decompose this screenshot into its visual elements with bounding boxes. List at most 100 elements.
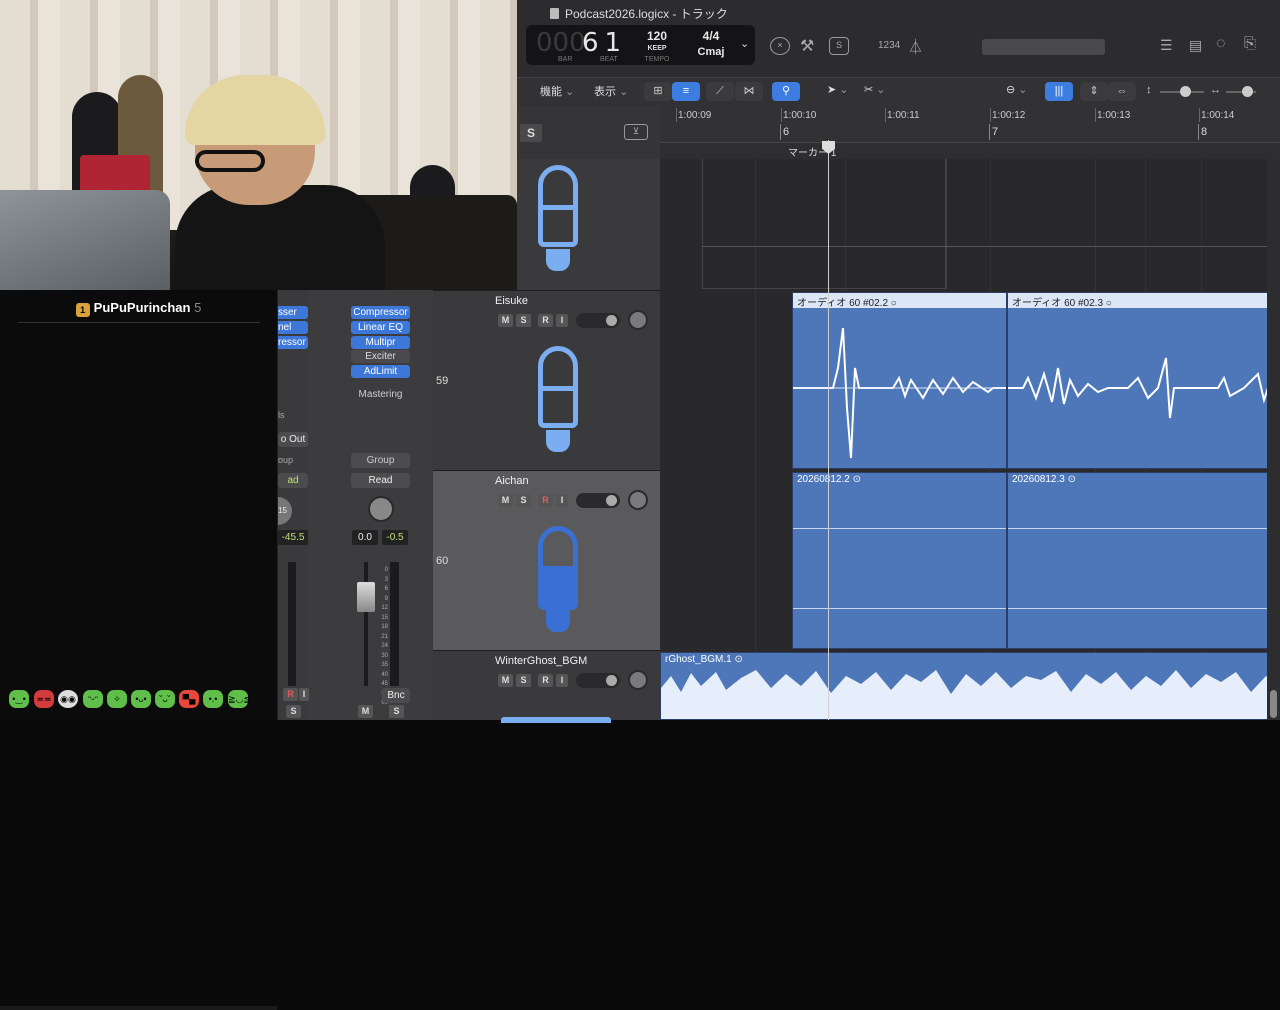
volume-toggle[interactable] bbox=[576, 493, 620, 508]
ruler-time-label: 1:00:13 bbox=[1097, 110, 1131, 121]
pointer-tool-icon[interactable]: ➤ ⌄ bbox=[827, 83, 849, 100]
group-slot[interactable]: oup bbox=[278, 455, 293, 465]
smart-controls-icon[interactable]: S bbox=[829, 37, 849, 55]
solo-button[interactable]: S bbox=[389, 705, 404, 718]
lcd-chevron-down-icon[interactable]: ⌄ bbox=[740, 37, 749, 50]
vertical-scrollbar[interactable] bbox=[1267, 159, 1280, 720]
volume-toggle[interactable] bbox=[576, 673, 620, 688]
person-glasses bbox=[195, 150, 265, 172]
track-name[interactable]: WinterGhost_BGM bbox=[495, 655, 587, 667]
global-solo-button[interactable]: S bbox=[520, 124, 542, 142]
emote-icon[interactable]: ✧ bbox=[107, 690, 127, 708]
input-monitor-button[interactable]: I bbox=[299, 688, 309, 701]
record-enable-button[interactable]: R bbox=[538, 674, 553, 687]
automation-icon[interactable]: ⟋ bbox=[706, 82, 734, 101]
emote-icon[interactable]: ≖≖ bbox=[34, 690, 54, 708]
ruler-bar-number: 7 bbox=[992, 126, 999, 138]
track-name[interactable]: Aichan bbox=[495, 475, 529, 487]
track-header-eisuke[interactable]: 59 Eisuke M S R I bbox=[433, 290, 660, 470]
input-monitor-button[interactable]: I bbox=[556, 494, 568, 507]
emote-icon[interactable]: ◉◉ bbox=[58, 690, 78, 708]
emote-icon[interactable]: ᵔᵕᵔ bbox=[83, 690, 103, 708]
mute-button[interactable]: M bbox=[358, 705, 373, 718]
track-header-aichan[interactable]: 60 Aichan M S R I bbox=[433, 470, 660, 650]
view-menu[interactable]: 表示 ⌄ bbox=[594, 83, 628, 100]
waveform-line bbox=[793, 608, 1006, 609]
mute-button[interactable]: M bbox=[498, 674, 513, 687]
mute-button[interactable]: M bbox=[498, 314, 513, 327]
scrollbar-thumb[interactable] bbox=[1270, 690, 1277, 718]
new-track-icon[interactable]: ⊻ bbox=[624, 124, 648, 140]
plugin-slot[interactable]: sser bbox=[278, 306, 308, 319]
input-monitor-button[interactable]: I bbox=[556, 674, 568, 687]
input-monitor-button[interactable]: I bbox=[556, 314, 568, 327]
plugin-slot-exciter[interactable]: Exciter bbox=[351, 350, 410, 363]
solo-button[interactable]: S bbox=[516, 674, 531, 687]
automation-read[interactable]: ad bbox=[278, 473, 308, 488]
solo-button[interactable]: S bbox=[516, 494, 531, 507]
loop-browser-icon[interactable]: ◌ bbox=[1216, 35, 1226, 53]
solo-button[interactable]: S bbox=[286, 705, 301, 718]
ruler-time-label: 1:00:14 bbox=[1201, 110, 1235, 121]
horizontal-zoom-thumb[interactable] bbox=[1242, 86, 1253, 97]
metronome-icon[interactable]: ⏃ bbox=[908, 36, 923, 57]
grid-view-icon[interactable]: ⊞ bbox=[644, 82, 672, 101]
output-slot[interactable]: o Out bbox=[278, 432, 308, 447]
audio-region[interactable]: オーディオ 60 #02.3 ○ bbox=[1007, 292, 1280, 469]
automation-read[interactable]: Read bbox=[351, 473, 410, 488]
list-view-icon[interactable]: ≡ bbox=[672, 82, 700, 101]
vertical-fit-icon[interactable]: ⇕ bbox=[1080, 82, 1108, 101]
close-circle-icon[interactable]: × bbox=[770, 37, 790, 55]
audio-region[interactable]: rGhost_BGM.1 ⊙ bbox=[660, 652, 1280, 720]
pan-knob[interactable] bbox=[628, 310, 648, 330]
plugin-slot-adlimit[interactable]: AdLimit bbox=[351, 365, 410, 378]
playhead[interactable] bbox=[828, 140, 829, 720]
solo-button[interactable]: S bbox=[516, 314, 531, 327]
track-header-winterghost-bgm[interactable]: WinterGhost_BGM M S R I bbox=[433, 650, 660, 723]
vertical-zoom-thumb[interactable] bbox=[1180, 86, 1191, 97]
volume-fader[interactable] bbox=[357, 582, 375, 612]
record-enable-button[interactable]: R bbox=[538, 494, 553, 507]
emote-icon[interactable]: ▀▄ bbox=[179, 690, 199, 708]
pan-knob[interactable] bbox=[368, 496, 394, 522]
pan-knob[interactable] bbox=[628, 490, 648, 510]
catch-playhead-icon[interactable]: ⊖ ⌄ bbox=[1006, 83, 1028, 100]
emote-icon[interactable]: •ᴗ• bbox=[131, 690, 151, 708]
plugin-slot-multipressor[interactable]: Multipr bbox=[351, 336, 410, 349]
plugin-slot-compressor[interactable]: Compressor bbox=[351, 306, 410, 319]
track-name[interactable]: Eisuke bbox=[495, 295, 528, 307]
record-enable-button[interactable]: R bbox=[538, 314, 553, 327]
microphone-icon bbox=[538, 526, 578, 636]
notepad-icon[interactable]: ▤ bbox=[1189, 37, 1202, 54]
browser-icon[interactable]: ⎘ bbox=[1244, 35, 1256, 52]
emote-icon[interactable]: ˘ᴗ˘ bbox=[155, 690, 175, 708]
flex-icon[interactable]: ⋈ bbox=[735, 82, 763, 101]
chat-username[interactable]: PuPuPurinchan bbox=[94, 300, 191, 315]
emote-icon[interactable]: ≧◡≦ bbox=[228, 690, 251, 708]
count-in-icon[interactable]: 1234 bbox=[878, 40, 900, 51]
bounce-button[interactable]: Bnc bbox=[382, 688, 410, 703]
plugin-slot-linear-eq[interactable]: Linear EQ bbox=[351, 321, 410, 334]
audio-region[interactable]: オーディオ 60 #02.2 ○ bbox=[792, 292, 1007, 469]
emote-icon[interactable]: •‿• bbox=[9, 690, 29, 708]
db-scale-tick: 18 bbox=[381, 624, 388, 630]
chat-divider bbox=[18, 322, 260, 323]
plugin-slot[interactable]: nel EQ bbox=[278, 321, 308, 346]
audio-region[interactable]: 20260812.2 ⊙ bbox=[792, 472, 1007, 649]
volume-toggle[interactable] bbox=[576, 313, 620, 328]
record-button[interactable]: R bbox=[283, 688, 298, 701]
functions-menu[interactable]: 機能 ⌄ bbox=[540, 83, 574, 100]
group-slot[interactable]: Group bbox=[351, 453, 410, 468]
snap-icon[interactable]: ⚲ bbox=[772, 82, 800, 101]
list-editors-icon[interactable]: ☰ bbox=[1160, 37, 1173, 54]
scissors-tool-icon[interactable]: ✂ ⌄ bbox=[864, 83, 886, 100]
plugin-slot[interactable]: ressor bbox=[278, 336, 308, 349]
horizontal-fit-icon[interactable]: ⇔ bbox=[1108, 82, 1136, 101]
lcd-display[interactable]: 000 61 BAR BEAT 120 KEEP TEMPO 4/4 Cmaj … bbox=[526, 25, 755, 65]
emote-icon[interactable]: •.• bbox=[203, 690, 223, 708]
wrench-icon[interactable]: ⚒ bbox=[800, 36, 814, 56]
audio-region[interactable]: 20260812.3 ⊙ bbox=[1007, 472, 1280, 649]
mute-button[interactable]: M bbox=[498, 494, 513, 507]
waveform-zoom-icon[interactable]: ||| bbox=[1045, 82, 1073, 101]
pan-knob[interactable] bbox=[628, 670, 648, 690]
